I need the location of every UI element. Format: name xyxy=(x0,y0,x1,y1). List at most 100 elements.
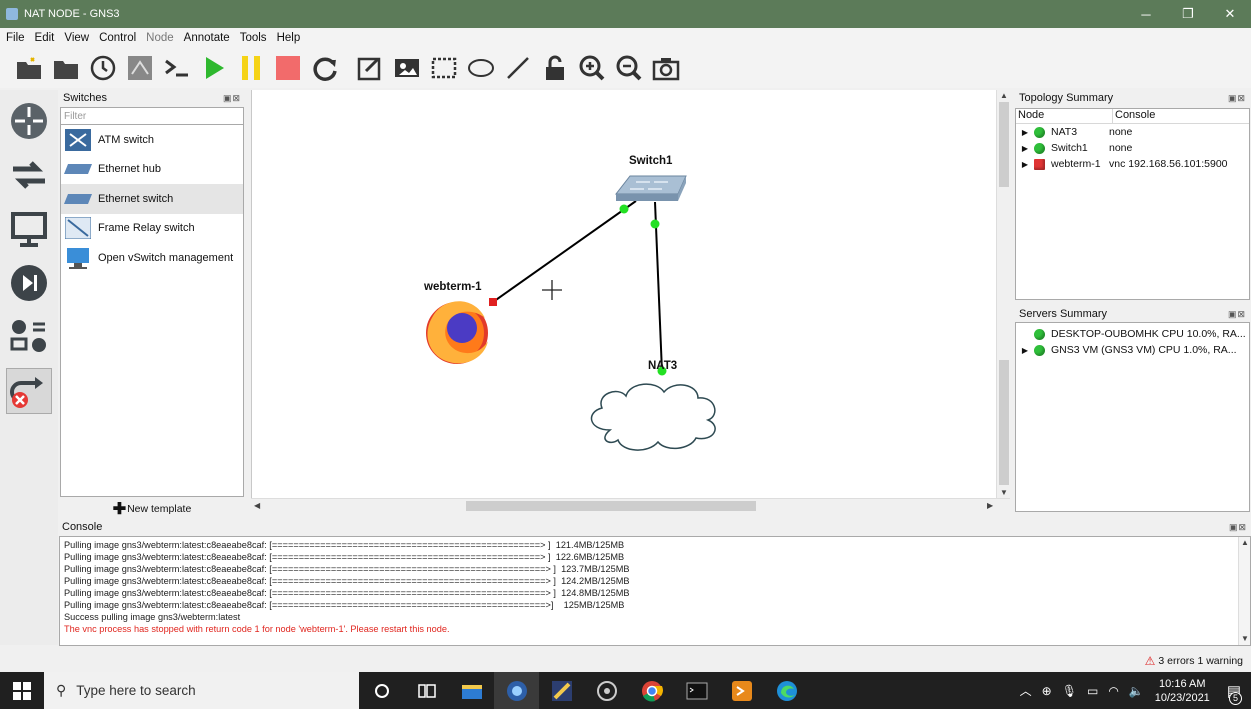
microphone-icon[interactable]: 🎙 xyxy=(1062,684,1077,698)
open-vswitch-icon xyxy=(64,246,92,270)
zoom-in-icon[interactable] xyxy=(577,53,607,83)
menu-node[interactable]: Node xyxy=(146,32,174,44)
webterm-firefox-node[interactable] xyxy=(426,301,488,364)
filter-input[interactable]: Filter xyxy=(60,107,244,125)
menu-file[interactable]: File xyxy=(6,32,25,44)
unlock-items-icon[interactable] xyxy=(540,53,570,83)
window-title: NAT NODE - GNS3 xyxy=(24,8,120,20)
scroll-down-icon[interactable]: ▼ xyxy=(1000,488,1008,497)
console-all-icon[interactable] xyxy=(162,53,192,83)
chrome-icon[interactable] xyxy=(629,672,674,709)
insert-image-icon[interactable] xyxy=(392,53,422,83)
table-row[interactable]: DESKTOP-OUBOMHK CPU 10.0%, RA... xyxy=(1016,326,1249,342)
table-row[interactable]: ▶ webterm-1 vnc 192.168.56.101:5900 xyxy=(1016,156,1249,172)
table-row[interactable]: ▶ GNS3 VM (GNS3 VM) CPU 1.0%, RA... xyxy=(1016,342,1249,358)
reload-all-icon[interactable] xyxy=(310,53,340,83)
scrollbar-thumb[interactable] xyxy=(466,501,756,511)
taskbar-clock[interactable]: 10:16 AM 10/23/2021 xyxy=(1155,677,1210,705)
paint-app-icon[interactable] xyxy=(539,672,584,709)
battery-icon[interactable]: ▭ xyxy=(1087,684,1098,698)
powershell-icon[interactable] xyxy=(719,672,764,709)
list-item[interactable]: Frame Relay switch xyxy=(61,214,243,244)
open-project-icon[interactable] xyxy=(51,53,81,83)
topology-canvas[interactable]: Switch1 webterm-1 NAT3 xyxy=(251,90,996,498)
all-devices-category-icon[interactable] xyxy=(6,314,52,360)
wifi-icon[interactable]: ◠ xyxy=(1108,684,1118,698)
taskbar-search-box[interactable]: ⚲ Type here to search xyxy=(44,672,359,709)
console-scrollbar[interactable]: ▲ ▼ xyxy=(1238,537,1250,645)
list-item[interactable]: Ethernet hub xyxy=(61,155,243,185)
new-project-icon[interactable] xyxy=(14,53,44,83)
list-item[interactable]: ATM switch xyxy=(61,125,243,155)
link-webterm-switch[interactable] xyxy=(492,200,637,303)
scroll-left-icon[interactable]: ◀ xyxy=(254,501,260,510)
terminal-icon[interactable] xyxy=(674,672,719,709)
canvas-horizontal-scrollbar[interactable]: ◀ ▶ xyxy=(251,498,1010,512)
nat3-cloud-node[interactable] xyxy=(590,383,716,451)
gns3-taskbar-icon[interactable] xyxy=(494,672,539,709)
screenshot-camera-icon[interactable] xyxy=(651,53,681,83)
menu-tools[interactable]: Tools xyxy=(240,32,267,44)
add-note-icon[interactable] xyxy=(355,53,385,83)
volume-icon[interactable]: 🔈 xyxy=(1129,684,1144,698)
expand-arrow-icon[interactable]: ▶ xyxy=(1016,144,1034,153)
routers-category-icon[interactable] xyxy=(6,98,52,144)
draw-rectangle-icon[interactable] xyxy=(429,53,459,83)
scrollbar-thumb[interactable] xyxy=(999,102,1009,187)
draw-ellipse-icon[interactable] xyxy=(466,53,496,83)
menu-help[interactable]: Help xyxy=(277,32,301,44)
panel-controls-icon[interactable]: ▣⊠ xyxy=(1228,93,1246,104)
panel-controls-icon[interactable]: ▣⊠ xyxy=(1228,309,1246,320)
start-button[interactable] xyxy=(0,672,44,709)
show-interface-labels-icon[interactable] xyxy=(125,53,155,83)
edge-browser-icon[interactable] xyxy=(764,672,809,709)
list-item[interactable]: Open vSwitch management xyxy=(61,243,243,273)
security-devices-category-icon[interactable] xyxy=(6,260,52,306)
notification-center-icon[interactable]: ▤ 5 xyxy=(1227,682,1242,705)
table-row[interactable]: ▶ Switch1 none xyxy=(1016,140,1249,156)
zoom-out-icon[interactable] xyxy=(614,53,644,83)
switch1-node[interactable] xyxy=(614,175,687,201)
add-link-icon[interactable] xyxy=(6,368,52,414)
close-button[interactable]: ✕ xyxy=(1209,0,1251,28)
start-all-icon[interactable] xyxy=(199,53,229,83)
stop-all-icon[interactable] xyxy=(273,53,303,83)
menu-view[interactable]: View xyxy=(64,32,89,44)
cortana-icon[interactable] xyxy=(359,672,404,709)
vm-app-icon[interactable] xyxy=(584,672,629,709)
minimize-button[interactable]: ─ xyxy=(1125,0,1167,28)
show-hidden-icons-icon[interactable]: ︿ xyxy=(1020,682,1032,699)
menu-annotate[interactable]: Annotate xyxy=(184,32,230,44)
menu-control[interactable]: Control xyxy=(99,32,136,44)
task-view-icon[interactable] xyxy=(404,672,449,709)
table-row[interactable]: ▶ NAT3 none xyxy=(1016,124,1249,140)
scroll-right-icon[interactable]: ▶ xyxy=(987,501,993,510)
restore-button[interactable]: ❐ xyxy=(1167,0,1209,28)
error-count-text[interactable]: 3 errors 1 warning xyxy=(1158,655,1243,667)
menu-edit[interactable]: Edit xyxy=(35,32,55,44)
topology-summary-panel: Topology Summary ▣⊠ Node Console ▶ NAT3 … xyxy=(1015,90,1250,302)
switches-category-icon[interactable] xyxy=(6,152,52,198)
scrollbar-thumb[interactable] xyxy=(999,360,1009,485)
scroll-up-icon[interactable]: ▲ xyxy=(1000,91,1008,100)
suspend-all-icon[interactable] xyxy=(236,53,266,83)
column-header-console[interactable]: Console xyxy=(1112,109,1155,123)
expand-arrow-icon[interactable]: ▶ xyxy=(1016,128,1034,137)
ethernet-switch-icon xyxy=(64,187,92,211)
new-template-button[interactable]: ✚ New template xyxy=(59,497,245,521)
panel-controls-icon[interactable]: ▣⊠ xyxy=(223,93,241,104)
canvas-vertical-scrollbar[interactable]: ▲ ▼ xyxy=(996,90,1010,500)
file-explorer-icon[interactable] xyxy=(449,672,494,709)
tray-app-icon[interactable]: ⊕ xyxy=(1042,684,1052,698)
end-devices-category-icon[interactable] xyxy=(6,206,52,252)
search-placeholder: Type here to search xyxy=(76,683,196,698)
snapshot-clock-icon[interactable] xyxy=(88,53,118,83)
panel-controls-icon[interactable]: ▣⊠ xyxy=(1229,522,1247,533)
column-header-node[interactable]: Node xyxy=(1016,109,1112,123)
expand-arrow-icon[interactable]: ▶ xyxy=(1016,160,1034,169)
draw-line-icon[interactable] xyxy=(503,53,533,83)
console-output[interactable]: Pulling image gns3/webterm:latest:c8eaea… xyxy=(59,536,1251,646)
expand-arrow-icon[interactable]: ▶ xyxy=(1016,346,1034,355)
list-item[interactable]: Ethernet switch xyxy=(61,184,243,214)
frame-relay-switch-icon xyxy=(64,216,92,240)
